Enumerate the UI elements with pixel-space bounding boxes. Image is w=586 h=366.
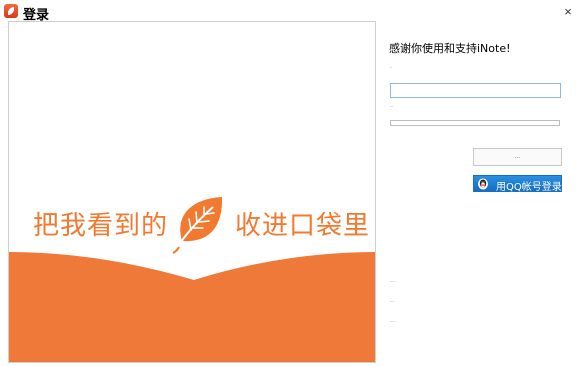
password-input[interactable] — [390, 120, 560, 126]
close-button[interactable]: × — [556, 2, 580, 22]
book-shape — [9, 252, 375, 362]
bottom-link-1[interactable]: ..... — [390, 279, 396, 283]
account-input[interactable] — [390, 83, 561, 98]
password-label: ... — [390, 103, 394, 108]
qq-login-button[interactable]: 用QQ帐号登录 — [473, 175, 562, 193]
login-button[interactable]: ... — [473, 148, 562, 166]
qq-button-label: 用QQ帐号登录 — [496, 182, 562, 193]
qq-penguin-icon — [478, 178, 488, 190]
promo-banner: 把我看到的 收进口袋里 — [8, 21, 376, 363]
slogan-left: 把我看到的 — [33, 211, 169, 241]
app-leaf-icon — [4, 4, 18, 18]
bottom-link-2[interactable]: .... — [390, 299, 394, 303]
welcome-text: 感谢你使用和支持iNote! — [389, 42, 511, 55]
leaf-logo-icon — [172, 197, 223, 254]
slogan-right: 收进口袋里 — [235, 211, 371, 241]
bottom-link-3[interactable]: ..... — [390, 319, 396, 323]
corner-fade — [440, 300, 586, 366]
account-label: .. — [390, 64, 393, 69]
banner-artwork — [9, 197, 375, 362]
